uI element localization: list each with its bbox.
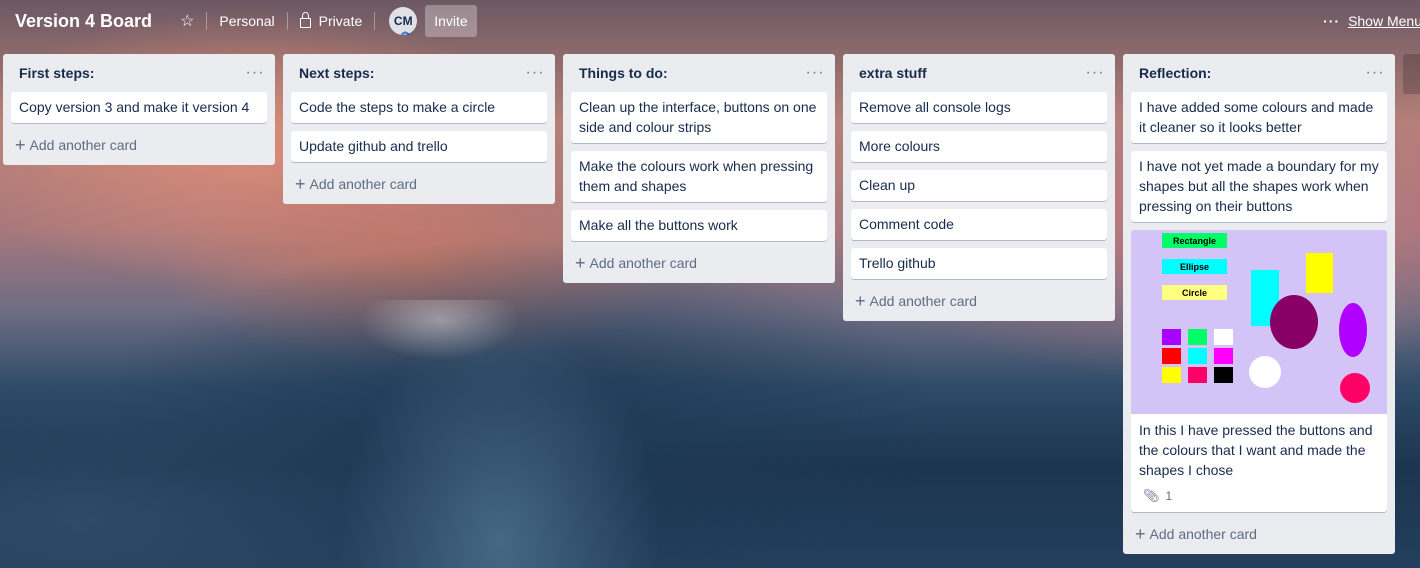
drawn-rectangle (1306, 253, 1333, 293)
invite-button[interactable]: Invite (425, 5, 477, 37)
list-menu-icon[interactable]: ··· (523, 64, 547, 82)
header-divider (206, 12, 208, 30)
list-menu-icon[interactable]: ··· (243, 64, 267, 82)
ellipse-button-label: Ellipse (1180, 262, 1209, 272)
card[interactable]: Comment code (851, 209, 1107, 240)
visibility-label: Private (318, 13, 363, 29)
card-text: In this I have pressed the buttons and t… (1139, 422, 1373, 478)
visibility-button[interactable]: Private (294, 6, 369, 36)
list-header[interactable]: Next steps: ··· (291, 54, 547, 92)
plus-icon: + (295, 174, 306, 194)
card[interactable]: Clean up (851, 170, 1107, 201)
list-things-to-do: Things to do: ··· Clean up the interface… (563, 54, 835, 283)
plus-icon: + (15, 135, 26, 155)
color-swatch (1214, 367, 1233, 383)
add-card-label: Add another card (869, 293, 977, 309)
add-list-button[interactable] (1403, 54, 1420, 94)
shapes-preview: Rectangle Ellipse Circle (1162, 233, 1370, 403)
drawn-circle (1340, 373, 1370, 403)
color-swatch (1188, 329, 1207, 345)
card[interactable]: Clean up the interface, buttons on one s… (571, 92, 827, 143)
card[interactable]: Update github and trello (291, 131, 547, 162)
color-swatch (1214, 329, 1233, 345)
add-card-label: Add another card (1149, 526, 1257, 542)
list-reflection: Reflection: ··· I have added some colour… (1123, 54, 1395, 554)
color-swatch (1162, 348, 1181, 364)
card[interactable]: Copy version 3 and make it version 4 (11, 92, 267, 123)
plus-icon: + (1135, 524, 1146, 544)
card[interactable]: Trello github (851, 248, 1107, 279)
attachment-count: 1 (1165, 489, 1173, 503)
show-menu-button[interactable]: ··· Show Menu (1323, 6, 1420, 36)
add-card-button[interactable]: + Add another card (1131, 520, 1387, 548)
rectangle-button-label: Rectangle (1173, 236, 1216, 246)
add-card-label: Add another card (589, 255, 697, 271)
board-header: Version 4 Board ☆ Personal Private CM ︽ … (0, 0, 1420, 42)
card[interactable]: I have added some colours and made it cl… (1131, 92, 1387, 143)
add-card-button[interactable]: + Add another card (571, 249, 827, 277)
list-header[interactable]: extra stuff ··· (851, 54, 1107, 92)
drawn-circle (1249, 356, 1281, 388)
image-card[interactable]: Rectangle Ellipse Circle In this I have … (1131, 230, 1387, 512)
header-divider (286, 12, 288, 30)
add-card-button[interactable]: + Add another card (11, 131, 267, 159)
card[interactable]: More colours (851, 131, 1107, 162)
card-cover-image: Rectangle Ellipse Circle (1131, 230, 1387, 414)
list-title: extra stuff (859, 65, 927, 81)
plus-icon: + (855, 291, 866, 311)
card[interactable]: Make the colours work when pressing them… (571, 151, 827, 202)
paperclip-icon: 📎︎ (1143, 488, 1160, 503)
color-swatch (1214, 348, 1233, 364)
list-menu-icon[interactable]: ··· (1083, 64, 1107, 82)
list-header[interactable]: Things to do: ··· (571, 54, 827, 92)
color-swatch (1162, 329, 1181, 345)
color-swatch (1162, 367, 1181, 383)
board-title[interactable]: Version 4 Board (15, 7, 152, 36)
list-extra-stuff: extra stuff ··· Remove all console logs … (843, 54, 1115, 321)
drawn-ellipse (1339, 303, 1367, 357)
add-card-button[interactable]: + Add another card (851, 287, 1107, 315)
add-card-button[interactable]: + Add another card (291, 170, 547, 198)
list-menu-icon[interactable]: ··· (803, 64, 827, 82)
background-wave (220, 300, 740, 568)
list-first-steps: First steps: ··· Copy version 3 and make… (3, 54, 275, 165)
card[interactable]: Make all the buttons work (571, 210, 827, 241)
star-icon[interactable]: ☆ (174, 6, 200, 36)
card[interactable]: I have not yet made a boundary for my sh… (1131, 151, 1387, 222)
drawn-ellipse (1270, 295, 1318, 349)
card[interactable]: Remove all console logs (851, 92, 1107, 123)
list-title: First steps: (19, 65, 95, 81)
add-card-label: Add another card (29, 137, 137, 153)
lock-icon (299, 12, 311, 28)
avatar[interactable]: CM ︽ (389, 7, 418, 36)
plus-icon: + (575, 253, 586, 273)
header-divider (374, 12, 376, 30)
attachment-badge: 📎︎ 1 (1139, 486, 1379, 506)
color-swatch (1188, 367, 1207, 383)
card[interactable]: Code the steps to make a circle (291, 92, 547, 123)
admin-chevron-icon: ︽ (401, 27, 410, 36)
list-header[interactable]: First steps: ··· (11, 54, 267, 92)
list-title: Things to do: (579, 65, 668, 81)
list-next-steps: Next steps: ··· Code the steps to make a… (283, 54, 555, 204)
circle-button-label: Circle (1182, 288, 1207, 298)
list-menu-icon[interactable]: ··· (1363, 64, 1387, 82)
list-title: Next steps: (299, 65, 375, 81)
list-header[interactable]: Reflection: ··· (1131, 54, 1387, 92)
add-card-label: Add another card (309, 176, 417, 192)
show-menu-label: Show Menu (1348, 13, 1420, 29)
more-icon: ··· (1323, 13, 1341, 29)
team-button[interactable]: Personal (213, 6, 280, 36)
color-swatch (1188, 348, 1207, 364)
list-title: Reflection: (1139, 65, 1212, 81)
